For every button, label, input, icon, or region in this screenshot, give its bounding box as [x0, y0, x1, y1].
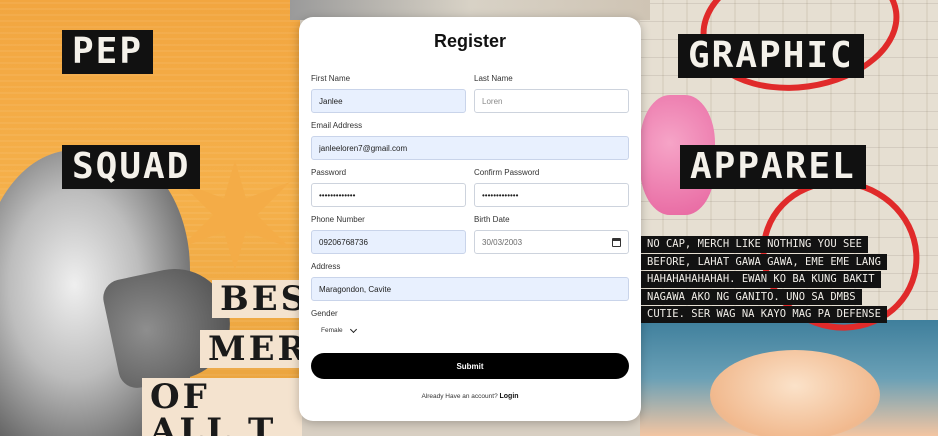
phone-group: Phone Number	[311, 215, 466, 254]
gender-group: Gender Female	[311, 309, 629, 337]
confirm-password-group: Confirm Password	[474, 168, 629, 207]
address-row: Address	[311, 262, 629, 301]
birth-date-value: 30/03/2003	[482, 237, 523, 247]
phone-input[interactable]	[311, 230, 466, 254]
password-label: Password	[311, 168, 347, 177]
calendar-icon[interactable]	[612, 237, 621, 247]
phone-birth-row: Phone Number Birth Date 30/03/2003	[311, 215, 629, 254]
login-link[interactable]: Login	[500, 393, 519, 400]
best-label-line3: OF ALL T	[142, 378, 302, 436]
email-group: Email Address	[311, 121, 629, 160]
promo-paragraph: NO CAP, MERCH LIKE NOTHING YOU SEE BEFOR…	[641, 236, 906, 324]
last-name-group: Last Name	[474, 74, 629, 113]
paragraph-line: BEFORE, LAHAT GAWA GAWA, EME EME LANG	[641, 253, 887, 270]
birth-date-group: Birth Date 30/03/2003	[474, 215, 629, 254]
birth-date-input-wrap: 30/03/2003	[474, 230, 629, 254]
paragraph-line: NO CAP, MERCH LIKE NOTHING YOU SEE	[641, 236, 868, 253]
birth-date-input[interactable]: 30/03/2003	[474, 230, 629, 254]
paragraph-line: HAHAHAHAHAHAH. EWAN KO BA KUNG BAKIT	[641, 271, 881, 288]
last-name-input[interactable]	[474, 89, 629, 113]
confirm-password-input[interactable]	[474, 183, 629, 207]
apparel-label: APPAREL	[680, 145, 866, 189]
password-row: Password Confirm Password	[311, 168, 629, 207]
address-label: Address	[311, 262, 341, 271]
register-card: Register First Name Last Name Email Addr…	[299, 17, 641, 421]
gender-label: Gender	[311, 309, 338, 318]
paragraph-line: CUTIE. SER WAG NA KAYO MAG PA DEFENSE	[641, 306, 887, 323]
confirm-password-label: Confirm Password	[474, 168, 540, 177]
submit-button[interactable]: Submit	[311, 353, 629, 379]
form-title: Register	[433, 31, 507, 51]
address-input[interactable]	[311, 277, 629, 301]
last-name-label: Last Name	[474, 74, 513, 83]
best-label-line2: MERC	[200, 330, 302, 368]
login-prompt-text: Already Have an account?	[421, 393, 498, 400]
email-label: Email Address	[311, 121, 363, 130]
email-input[interactable]	[311, 136, 629, 160]
cloud-image	[710, 350, 880, 436]
pep-label: PEP	[62, 30, 154, 74]
password-input[interactable]	[311, 183, 466, 207]
first-name-input[interactable]	[311, 89, 466, 113]
paragraph-line: NAGAWA AKO NG GANITO. UNO SA DMBS	[641, 288, 862, 305]
phone-label: Phone Number	[311, 215, 365, 224]
gender-selected-value: Female	[321, 327, 343, 334]
email-row: Email Address	[311, 121, 629, 160]
login-prompt: Already Have an account? Login	[311, 393, 629, 400]
password-group: Password	[311, 168, 466, 207]
best-label-line1: BES	[212, 280, 302, 318]
first-name-label: First Name	[311, 74, 351, 83]
birth-date-label: Birth Date	[474, 215, 510, 224]
first-name-group: First Name	[311, 74, 466, 113]
graphic-label: GRAPHIC	[678, 34, 864, 78]
address-group: Address	[311, 262, 629, 301]
chevron-down-icon	[349, 325, 357, 333]
squad-label: SQUAD	[62, 145, 201, 189]
gender-select[interactable]: Female	[311, 324, 369, 337]
name-row: First Name Last Name	[311, 74, 629, 113]
